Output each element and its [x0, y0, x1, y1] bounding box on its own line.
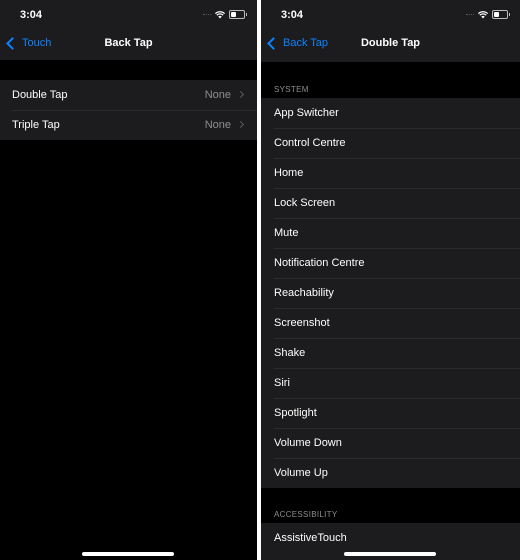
row-label: Spotlight	[274, 407, 317, 419]
status-icons	[466, 10, 510, 19]
chevron-right-icon	[236, 90, 245, 99]
wifi-icon	[215, 10, 225, 19]
action-siri[interactable]: Siri	[261, 368, 520, 398]
row-label: Mute	[274, 227, 299, 239]
row-label: Shake	[274, 347, 306, 359]
row-label: Home	[274, 167, 304, 179]
action-screenshot[interactable]: Screenshot	[261, 308, 520, 338]
row-label: Volume Up	[274, 467, 328, 479]
action-mute[interactable]: Mute	[261, 218, 520, 248]
section-header-accessibility: ACCESSIBILITY	[274, 510, 338, 519]
action-app-switcher[interactable]: App Switcher	[261, 98, 520, 128]
row-label: Notification Centre	[274, 257, 365, 269]
row-label: Reachability	[274, 287, 334, 299]
home-indicator[interactable]	[82, 552, 174, 556]
battery-icon	[492, 10, 510, 19]
action-volume-down[interactable]: Volume Down	[261, 428, 520, 458]
action-notification-centre[interactable]: Notification Centre	[261, 248, 520, 278]
chevron-left-icon	[6, 36, 19, 50]
battery-icon	[229, 10, 247, 19]
action-reachability[interactable]: Reachability	[261, 278, 520, 308]
action-shake[interactable]: Shake	[261, 338, 520, 368]
status-icons	[203, 10, 247, 19]
row-label: Double Tap	[12, 89, 68, 101]
action-spotlight[interactable]: Spotlight	[261, 398, 520, 428]
row-label: Control Centre	[274, 137, 346, 149]
row-label: Lock Screen	[274, 197, 336, 209]
cellular-signal-icon	[203, 14, 211, 17]
back-button[interactable]: Touch	[6, 36, 52, 50]
status-time: 3:04	[20, 9, 43, 21]
double-tap-row[interactable]: Double Tap None	[0, 80, 257, 110]
navigation-header: 3:04 Touch Back Tap	[0, 0, 257, 60]
row-label: Screenshot	[274, 317, 330, 329]
action-volume-up[interactable]: Volume Up	[261, 458, 520, 488]
cellular-signal-icon	[466, 14, 474, 17]
chevron-left-icon	[267, 36, 280, 50]
action-control-centre[interactable]: Control Centre	[261, 128, 520, 158]
back-tap-options: Double Tap None Triple Tap None	[0, 80, 257, 140]
action-assistivetouch[interactable]: AssistiveTouch	[261, 523, 520, 553]
row-label: App Switcher	[274, 107, 339, 119]
back-button[interactable]: Back Tap	[267, 36, 329, 50]
row-label: Siri	[274, 377, 290, 389]
double-tap-screen: 3:04 Back Tap Double Tap SYSTEM App Swit…	[261, 0, 520, 560]
section-header-system: SYSTEM	[274, 85, 309, 94]
status-time: 3:04	[281, 9, 304, 21]
row-value: None	[204, 119, 231, 131]
home-indicator[interactable]	[344, 552, 436, 556]
back-label: Touch	[22, 37, 52, 49]
action-lock-screen[interactable]: Lock Screen	[261, 188, 520, 218]
row-label: AssistiveTouch	[274, 532, 347, 544]
row-label: Volume Down	[274, 437, 342, 449]
navigation-header: 3:04 Back Tap Double Tap	[261, 0, 520, 62]
chevron-right-icon	[236, 120, 245, 129]
system-actions-list: App Switcher Control Centre Home Lock Sc…	[261, 98, 520, 488]
action-home[interactable]: Home	[261, 158, 520, 188]
back-tap-screen: 3:04 Touch Back Tap Double Tap None Trip…	[0, 0, 257, 560]
wifi-icon	[478, 10, 488, 19]
row-label: Triple Tap	[12, 119, 60, 131]
triple-tap-row[interactable]: Triple Tap None	[0, 110, 257, 140]
row-value: None	[204, 89, 231, 101]
back-label: Back Tap	[283, 37, 329, 49]
